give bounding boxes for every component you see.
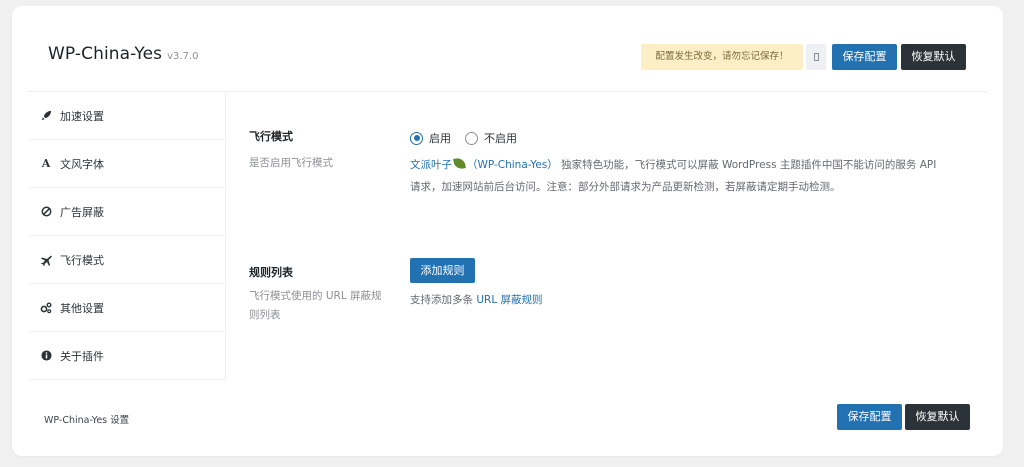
author-link[interactable]: 文派叶子 [410, 159, 452, 171]
settings-card: WP-China-Yes v3.7.0 配置发生改变，请勿忘记保存！ 保存配置 … [12, 6, 1003, 456]
sidebar-item-label: 关于插件 [60, 349, 104, 363]
page-footer: WP-China-Yes 设置 保存配置 恢复默认 [12, 380, 1003, 456]
rules-title: 规则列表 [249, 266, 293, 279]
page-title: WP-China-Yes [48, 44, 163, 64]
font-icon: A [41, 157, 51, 170]
sidebar-nav: 加速设置 A 文风字体 广告屏蔽 飞行模式 其他设置 关于插件 [28, 92, 226, 380]
page-header: WP-China-Yes v3.7.0 配置发生改变，请勿忘记保存！ 保存配置 … [12, 6, 1003, 92]
sidebar-item-flymode[interactable]: 飞行模式 [28, 236, 225, 284]
rules-desc-line-2: 则列表 [249, 309, 281, 321]
flymode-radio-group: 启用 不启用 [410, 130, 525, 146]
sidebar-item-label: 文风字体 [60, 157, 104, 171]
rules-desc: 飞行模式使用的 URL 屏蔽规 则列表 [249, 287, 382, 325]
radio-disable-label[interactable]: 不启用 [484, 130, 517, 146]
brand: WP-China-Yes v3.7.0 [48, 44, 199, 64]
add-rule-button[interactable]: 添加规则 [410, 258, 475, 283]
rules-desc-line-1: 飞行模式使用的 URL 屏蔽规 [249, 290, 382, 302]
reset-button[interactable]: 恢复默认 [901, 44, 966, 70]
rules-help: 支持添加多条 URL 屏蔽规则 [410, 292, 543, 307]
plane-icon [40, 254, 52, 266]
sidebar-item-label: 其他设置 [60, 301, 104, 315]
flymode-title: 飞行模式 [249, 130, 293, 143]
sidebar-item-font[interactable]: A 文风字体 [28, 140, 225, 188]
ban-icon [40, 206, 52, 217]
sidebar-item-adblock[interactable]: 广告屏蔽 [28, 188, 225, 236]
leaf-icon [453, 157, 466, 170]
cogs-icon [40, 302, 52, 314]
sidebar-item-label: 广告屏蔽 [60, 205, 104, 219]
flymode-info-text-2: 请求，加速网站前后台访问。注意：部分外部请求为产品更新检测，若屏蔽请定期手动检测… [410, 181, 841, 193]
sidebar-item-about[interactable]: 关于插件 [28, 332, 225, 380]
sidebar-item-label: 飞行模式 [60, 253, 104, 267]
rocket-icon [40, 110, 52, 121]
rules-help-text: 支持添加多条 [410, 294, 473, 306]
version-label: v3.7.0 [167, 51, 199, 62]
expand-button[interactable] [806, 44, 826, 70]
save-button[interactable]: 保存配置 [832, 44, 897, 70]
project-link[interactable]: （WP-China-Yes） [467, 159, 558, 171]
sidebar-item-speedup[interactable]: 加速设置 [28, 92, 225, 140]
unsaved-notice: 配置发生改变，请勿忘记保存！ [641, 44, 803, 70]
footer-reset-button[interactable]: 恢复默认 [905, 404, 970, 430]
main-content: 飞行模式 是否启用飞行模式 启用 不启用 文派叶子 （WP-China-Yes） … [226, 92, 987, 380]
rules-help-link[interactable]: URL 屏蔽规则 [476, 294, 542, 306]
flymode-desc: 是否启用飞行模式 [249, 157, 333, 169]
radio-enable-label[interactable]: 启用 [429, 130, 451, 146]
expand-icon [813, 53, 819, 61]
sidebar-item-label: 加速设置 [60, 109, 104, 123]
radio-enable[interactable] [410, 131, 423, 145]
info-icon [40, 350, 52, 361]
sidebar-item-other[interactable]: 其他设置 [28, 284, 225, 332]
flymode-info-text-1: 独家特色功能，飞行模式可以屏蔽 WordPress 主题插件中国不能访问的服务 … [561, 159, 937, 171]
footer-save-button[interactable]: 保存配置 [837, 404, 902, 430]
footer-label: WP-China-Yes 设置 [44, 415, 130, 426]
radio-disable[interactable] [465, 131, 478, 145]
flymode-info: 文派叶子 （WP-China-Yes） 独家特色功能，飞行模式可以屏蔽 WordP… [410, 154, 980, 198]
